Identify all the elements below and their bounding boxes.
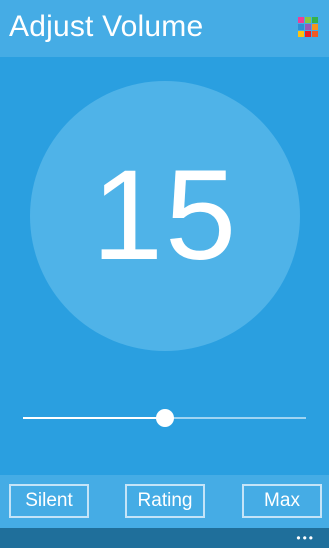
app-icon-tile: [312, 17, 318, 23]
page-title: Adjust Volume: [9, 10, 204, 43]
app-icon-tile: [298, 24, 304, 30]
app-icon-tile: [312, 24, 318, 30]
colorful-grid-icon: [298, 17, 320, 39]
volume-slider[interactable]: [23, 408, 306, 428]
app-icon-tile: [305, 17, 311, 23]
title-bar: Adjust Volume: [0, 0, 329, 57]
app-icon-tile: [305, 31, 311, 37]
app-icon-tile: [305, 24, 311, 30]
volume-panel: 15: [0, 57, 329, 475]
app-bar: •••: [0, 528, 329, 548]
slider-thumb[interactable]: [156, 409, 174, 427]
more-options-icon[interactable]: •••: [296, 532, 315, 544]
button-bar: Silent Rating Max: [0, 475, 329, 528]
max-button[interactable]: Max: [242, 484, 322, 518]
volume-value: 15: [91, 144, 239, 287]
app-icon-tile: [298, 17, 304, 23]
app-icon-tile: [298, 31, 304, 37]
volume-display-circle: 15: [30, 81, 300, 351]
slider-fill: [23, 417, 165, 419]
silent-button[interactable]: Silent: [9, 484, 89, 518]
rating-button[interactable]: Rating: [125, 484, 205, 518]
app-icon-tile: [312, 31, 318, 37]
